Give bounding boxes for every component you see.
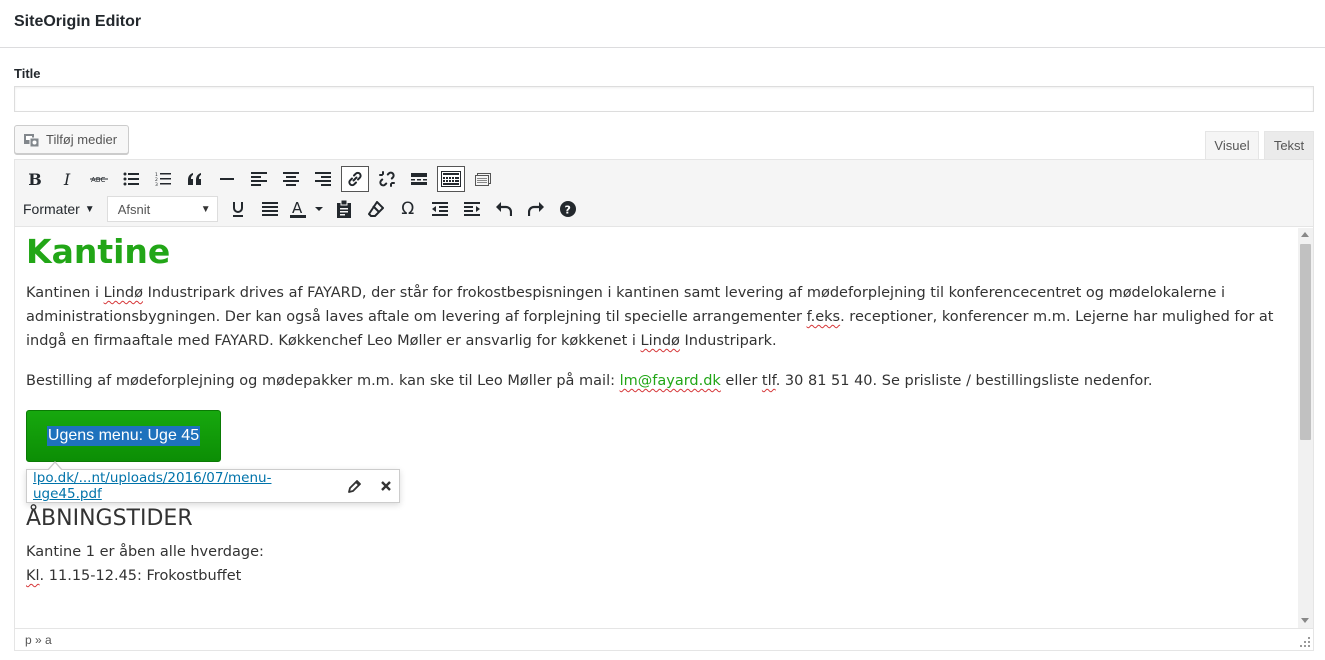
toolbar-row-2: Formater ▼ Afsnit ▼ A Ω ?: [21, 196, 586, 222]
align-right-icon: [315, 172, 331, 186]
close-icon: [381, 481, 392, 491]
underline-button[interactable]: [224, 196, 252, 222]
align-left-icon: [251, 172, 267, 186]
panel-title: SiteOrigin Editor: [14, 13, 142, 30]
undo-button[interactable]: [490, 196, 518, 222]
align-right-button[interactable]: [309, 166, 337, 192]
tab-visual[interactable]: Visuel: [1205, 131, 1259, 160]
element-path[interactable]: p » a: [25, 633, 52, 647]
formats-label: Formater: [23, 201, 80, 217]
italic-button[interactable]: I: [53, 166, 81, 192]
outdent-icon: [431, 202, 448, 216]
svg-text:ABC: ABC: [91, 176, 105, 184]
svg-text:A: A: [292, 200, 303, 217]
scroll-thumb[interactable]: [1300, 244, 1311, 440]
read-more-icon: [411, 173, 427, 185]
clipboard-icon: [336, 200, 351, 218]
justify-button[interactable]: [256, 196, 284, 222]
editor-toolbar: B I ABC 123 Formater ▼ Afsnit ▼ A Ω ?: [15, 160, 1313, 227]
content-paragraph-1: Kantinen i Lindø Industripark drives af …: [26, 285, 1274, 349]
editor-statusbar: p » a: [15, 628, 1313, 650]
opening-hours-line: Kl. 11.15-12.45: Frokostbuffet: [26, 568, 242, 584]
content-scrollbar[interactable]: [1298, 228, 1313, 628]
horizontal-line-button[interactable]: [213, 166, 241, 192]
text-color-button[interactable]: A: [288, 196, 326, 222]
text-color-icon: A: [289, 200, 323, 218]
paragraph-select[interactable]: Afsnit ▼: [106, 196, 218, 222]
content-subheading: ÅBNINGSTIDER: [26, 506, 193, 531]
content-heading: Kantine: [26, 232, 171, 271]
title-input[interactable]: [14, 86, 1314, 112]
opening-hours-intro: Kantine 1 er åben alle hverdage:: [26, 544, 264, 560]
add-media-label: Tilføj medier: [46, 132, 118, 147]
link-popup: lpo.dk/...nt/uploads/2016/07/menu-uge45.…: [26, 461, 400, 503]
horizontal-line-icon: [220, 178, 234, 180]
panels-builder-button[interactable]: [469, 166, 497, 192]
paste-as-text-button[interactable]: [330, 196, 358, 222]
indent-icon: [463, 202, 480, 216]
special-character-button[interactable]: Ω: [394, 196, 422, 222]
tab-text[interactable]: Tekst: [1264, 131, 1314, 160]
strikethrough-icon: ABC: [90, 176, 108, 184]
outdent-button[interactable]: [426, 196, 454, 222]
blockquote-button[interactable]: [181, 166, 209, 192]
add-media-icon: [24, 133, 40, 147]
toolbar-row-1: B I ABC 123: [21, 166, 501, 192]
menu-link-button[interactable]: Ugens menu: Uge 45: [26, 410, 221, 462]
email-link[interactable]: lm@fayard.dk: [620, 373, 721, 389]
resize-handle-icon[interactable]: [1300, 637, 1310, 647]
italic-icon: I: [63, 169, 71, 189]
insert-link-button[interactable]: [341, 166, 369, 192]
numbered-list-icon: 123: [155, 172, 171, 186]
bullet-list-button[interactable]: [117, 166, 145, 192]
pencil-icon: [347, 480, 361, 493]
help-button[interactable]: ?: [554, 196, 582, 222]
editor-content[interactable]: Kantine Kantinen i Lindø Industripark dr…: [15, 228, 1297, 628]
strikethrough-button[interactable]: ABC: [85, 166, 113, 192]
title-label: Title: [14, 66, 41, 81]
chevron-down-icon: ▼: [200, 203, 211, 215]
toolbar-toggle-button[interactable]: [437, 166, 465, 192]
scroll-up-arrow-icon[interactable]: [1301, 232, 1309, 237]
unlink-icon: [379, 171, 395, 187]
scroll-down-arrow-icon[interactable]: [1301, 618, 1309, 623]
svg-text:3: 3: [155, 182, 158, 186]
edit-link-button[interactable]: [342, 473, 368, 499]
redo-button[interactable]: [522, 196, 550, 222]
content-paragraph-3: Kantine 1 er åben alle hverdage: Kl. 11.…: [26, 540, 1286, 588]
menu-link-label: Ugens menu: Uge 45: [46, 426, 201, 446]
content-paragraph-2: Bestilling af mødeforplejning og mødepak…: [26, 373, 1153, 389]
eraser-icon: [367, 201, 384, 217]
align-center-icon: [283, 172, 299, 186]
underline-icon: [232, 202, 243, 217]
undo-icon: [495, 202, 512, 216]
help-icon: ?: [559, 201, 576, 217]
bold-icon: B: [28, 169, 42, 189]
link-icon: [348, 171, 362, 187]
remove-link-button[interactable]: [373, 166, 401, 192]
read-more-button[interactable]: [405, 166, 433, 192]
align-center-button[interactable]: [277, 166, 305, 192]
link-url[interactable]: lpo.dk/...nt/uploads/2016/07/menu-uge45.…: [33, 470, 336, 502]
clear-formatting-button[interactable]: [362, 196, 390, 222]
bold-button[interactable]: B: [21, 166, 49, 192]
bullet-list-icon: [123, 172, 139, 186]
redo-icon: [527, 202, 544, 216]
svg-text:?: ?: [564, 204, 570, 217]
align-left-button[interactable]: [245, 166, 273, 192]
justify-icon: [261, 202, 278, 216]
paragraph-select-value: Afsnit: [117, 201, 151, 217]
editor: B I ABC 123 Formater ▼ Afsnit ▼ A Ω ? Ka…: [14, 159, 1314, 651]
numbered-list-button[interactable]: 123: [149, 166, 177, 192]
keyboard-icon: [441, 171, 461, 187]
panels-icon: [475, 173, 491, 186]
chevron-down-icon: ▼: [84, 203, 95, 215]
add-media-button[interactable]: Tilføj medier: [14, 125, 129, 154]
remove-link-popup-button[interactable]: [373, 473, 399, 499]
panel-header: SiteOrigin Editor: [0, 0, 1325, 48]
formats-menu[interactable]: Formater ▼: [21, 201, 99, 217]
indent-button[interactable]: [458, 196, 486, 222]
omega-icon: Ω: [401, 199, 415, 219]
blockquote-icon: [188, 173, 201, 185]
